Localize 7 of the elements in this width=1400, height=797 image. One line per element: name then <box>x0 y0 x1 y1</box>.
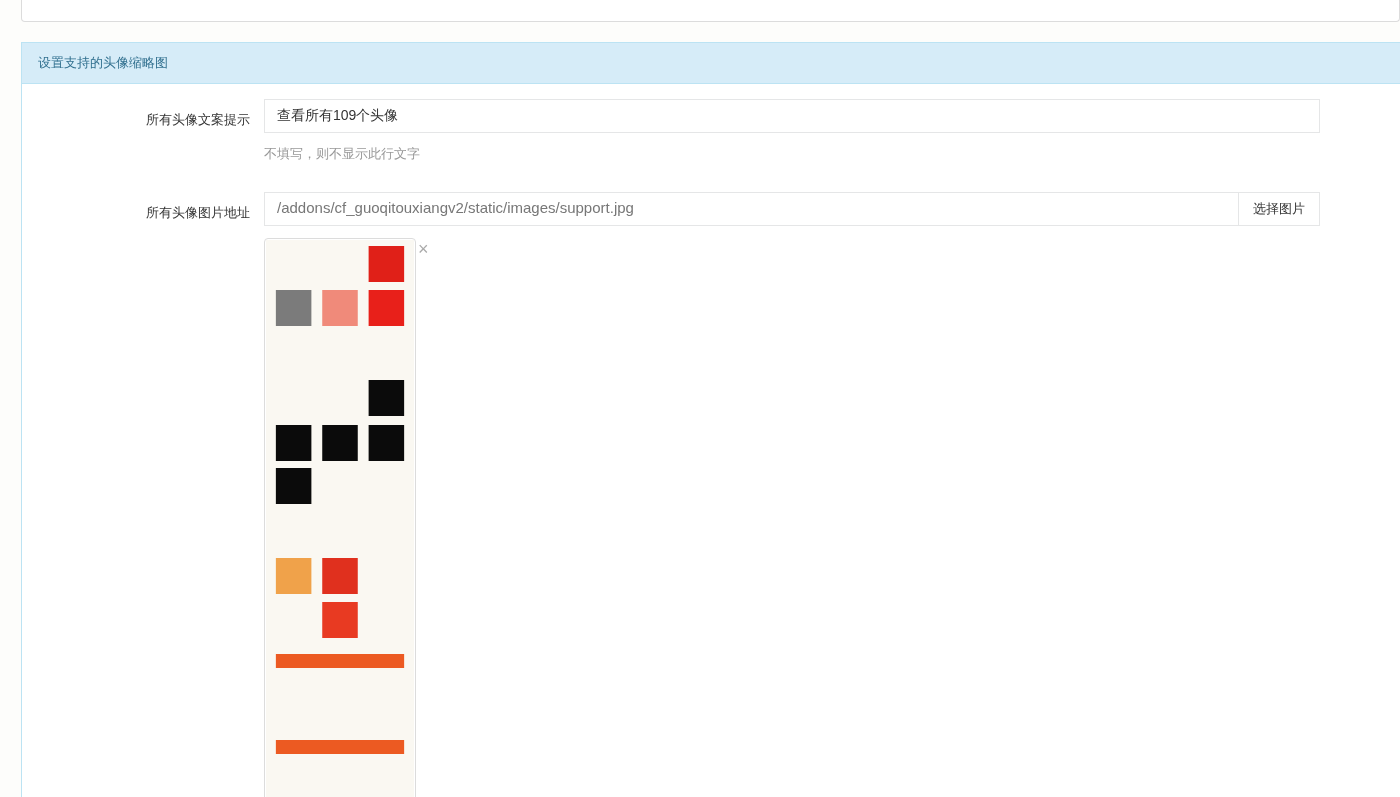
field-label: 所有头像图片地址 <box>146 204 250 220</box>
panel-title: 设置支持的头像缩略图 <box>38 54 168 73</box>
input-field[interactable]: /addons/cf_guoqitouxiangv2/static/images/support.jpg <box>264 191 1239 226</box>
field-label: 所有头像文案提示 <box>146 112 250 127</box>
choose-image-button[interactable]: 选择图片 <box>1239 191 1320 226</box>
input-field[interactable]: 查看所有109个头像 <box>264 99 1320 133</box>
help-text: 不填写，则不显示此行文字 <box>264 145 420 163</box>
